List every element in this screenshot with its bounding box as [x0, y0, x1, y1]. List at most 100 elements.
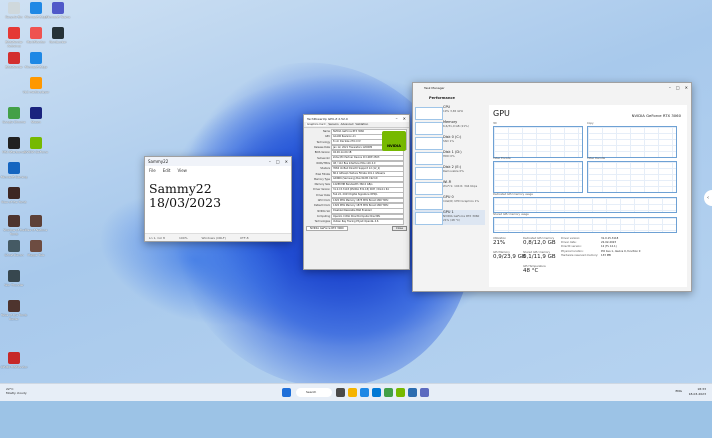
- sparkline-graph: [415, 152, 443, 165]
- desktop-icon-label: Steam: [31, 120, 41, 124]
- desktop-icon[interactable]: Steam: [22, 107, 50, 124]
- file-explorer-icon[interactable]: [348, 388, 357, 397]
- sparkline-graph: [415, 122, 443, 135]
- desktop-icon[interactable]: Microsoft Gaming: [0, 162, 28, 179]
- desktop-icon[interactable]: NVIDIA GeForce: [22, 137, 50, 154]
- detail-value: 133 MB: [601, 253, 611, 257]
- tab-sensors[interactable]: Sensors: [328, 123, 338, 126]
- gpuz-close-button[interactable]: Close: [391, 226, 407, 232]
- perf-item-gpu-1[interactable]: GPU 1 NVIDIA GeForce RTX 3060 21% (48 °C): [413, 210, 485, 225]
- gpuz-row-label: Name: [322, 130, 330, 134]
- desktop-icon[interactable]: Tales of the Tomb Raider: [0, 300, 28, 321]
- graph-video-encode: [493, 161, 583, 193]
- perf-item-memory[interactable]: Memory 6,6/31,9 GB (21%): [413, 120, 485, 135]
- taskbar-search[interactable]: Search: [296, 388, 332, 397]
- sparkline-graph: [415, 182, 443, 195]
- task-manager-window[interactable]: Task Manager –□ ✕ Performance Run new tas…: [412, 82, 692, 292]
- perf-item-disk-2-e-[interactable]: Disk 2 (E:) Removable 0%: [413, 165, 485, 180]
- gpuz-titlebar[interactable]: TechPowerUp GPU-Z 2.52.0 – ✕: [304, 115, 409, 122]
- desktop-icon[interactable]: Rise of the Tomb: [0, 187, 28, 204]
- desktop-icon[interactable]: Microsoft Edge: [22, 52, 50, 69]
- graph-label-video-decode: Video Decode: [587, 157, 605, 160]
- stat-utilization: Utilization 21%: [493, 237, 506, 246]
- language-indicator[interactable]: ENG: [676, 389, 682, 393]
- tab-advanced[interactable]: Advanced: [341, 123, 354, 126]
- perf-item-disk-1-d-[interactable]: Disk 1 (D:) HDD 0%: [413, 150, 485, 165]
- minimize-icon[interactable]: –: [669, 85, 671, 90]
- perf-item-detail: NVIDIA GeForce RTX 3060 21% (48 °C): [443, 214, 480, 223]
- detail-key: Hardware reserved memory:: [561, 253, 599, 257]
- app-icon: [8, 270, 20, 282]
- menu-view[interactable]: View: [177, 168, 187, 173]
- gpuz-row-label: Pixel Fillrate: [315, 172, 330, 176]
- taskmgr-titlebar[interactable]: Task Manager – □ ✕: [413, 83, 691, 92]
- chrome-icon[interactable]: [384, 388, 393, 397]
- desktop-icon[interactable]: NordLocker: [44, 27, 72, 44]
- details-keys: Driver version: Driver date: DirectX ver…: [561, 237, 598, 258]
- menu-file[interactable]: File: [149, 168, 156, 173]
- notepad-text-area[interactable]: Sammy22 18/03/2023: [145, 175, 291, 210]
- tab-graphics-card[interactable]: Graphics Card: [306, 123, 327, 126]
- desktop-icon[interactable]: Plague Tale: [22, 240, 50, 257]
- app-icon: [8, 162, 20, 174]
- gpuz-row-label: BIOS Version: [314, 151, 330, 155]
- edge-icon[interactable]: [360, 388, 369, 397]
- desktop-icon-label: VLC media player: [22, 90, 50, 94]
- close-icon[interactable]: ✕: [403, 116, 406, 121]
- stat-value: 21%: [493, 240, 506, 246]
- gpuz-row-label: Technologies: [314, 220, 330, 224]
- minimize-icon[interactable]: –: [396, 116, 398, 121]
- task-manager-taskbar-icon[interactable]: [420, 388, 429, 397]
- details-values: 31.0.15.3118 22-02-2023 12 (FL 12.1) PCI…: [601, 237, 640, 258]
- gpuz-row-label: Shaders: [320, 167, 330, 171]
- minimize-icon[interactable]: –: [269, 159, 271, 164]
- taskmgr-header: Performance Run new task: [413, 93, 691, 109]
- notepad-titlebar[interactable]: Sammy22 – □ ✕: [145, 157, 291, 166]
- notepad-taskbar-icon[interactable]: [408, 388, 417, 397]
- desktop-icon[interactable]: Microsoft Teams: [44, 2, 72, 19]
- desktop-icon[interactable]: CPUID HWMonitor: [0, 352, 28, 369]
- maximize-icon[interactable]: □: [276, 159, 280, 164]
- stat-shared-memory: Shared GPU memory 0,1/11,9 GB: [523, 251, 556, 260]
- gpu-select[interactable]: NVIDIA GeForce RTX 3060: [306, 226, 348, 232]
- start-icon[interactable]: [282, 388, 291, 397]
- graph-label-copy: Copy: [587, 122, 594, 125]
- app-icon: [8, 240, 20, 252]
- performance-sidebar: CPU 19% 3,65 GHz Memory 6,6/31,9 GB (21%) Di…: [413, 105, 485, 291]
- task-view-icon[interactable]: [336, 388, 345, 397]
- taskbar-clock[interactable]: 18:33 18-03-2023: [689, 387, 706, 396]
- desktop-icon[interactable]: Rise of Nations: [22, 215, 50, 232]
- sparkline-graph: [415, 197, 443, 210]
- perf-item-cpu[interactable]: CPU 19% 3,65 GHz: [413, 105, 485, 120]
- desktop-icon[interactable]: War Thunder: [0, 270, 28, 287]
- app-icon: [30, 107, 42, 119]
- sparkline-graph: [415, 137, 443, 150]
- taskbar: 22°C Mostly cloudy Search ENG 18:33 18-0…: [0, 383, 712, 401]
- notepad-window[interactable]: Sammy22 – □ ✕ File Edit View Sammy22 18/…: [144, 156, 292, 242]
- perf-item-gpu-0[interactable]: GPU 0 Intel(R) UHD Graphics 1%: [413, 195, 485, 210]
- sparkline-graph: [415, 167, 443, 180]
- gpuz-window[interactable]: TechPowerUp GPU-Z 2.52.0 – ✕ Graphics Car…: [303, 114, 410, 270]
- perf-item-detail: Removable 0%: [443, 169, 464, 174]
- store-icon[interactable]: [372, 388, 381, 397]
- close-icon[interactable]: ✕: [285, 159, 288, 164]
- app-icon: [8, 2, 20, 14]
- status-position: Ln 1, Col 8: [149, 235, 165, 240]
- gpuz-row-label: Default Clock: [314, 204, 330, 208]
- close-icon[interactable]: ✕: [685, 85, 688, 90]
- sparkline-graph: [415, 107, 443, 120]
- perf-item-wi-fi[interactable]: Wi-Fi Wi-Fi S: 104 R: 344 Kbps: [413, 180, 485, 195]
- perf-item-detail: HDD 0%: [443, 154, 455, 159]
- maximize-icon[interactable]: □: [676, 85, 680, 90]
- desktop-icon[interactable]: VLC media player: [22, 77, 50, 94]
- app-icon: [52, 27, 64, 39]
- menu-edit[interactable]: Edit: [163, 168, 171, 173]
- gpuz-taskbar-icon[interactable]: [396, 388, 405, 397]
- status-zoom: 100%: [178, 235, 188, 240]
- perf-item-disk-0-c-[interactable]: Disk 0 (C:) SSD 1%: [413, 135, 485, 150]
- app-icon: [30, 137, 42, 149]
- stat-value: 48 °C: [523, 268, 539, 274]
- tab-validation[interactable]: Validation: [355, 123, 368, 126]
- app-icon: [8, 107, 20, 119]
- weather-widget[interactable]: 22°C Mostly cloudy: [6, 387, 27, 395]
